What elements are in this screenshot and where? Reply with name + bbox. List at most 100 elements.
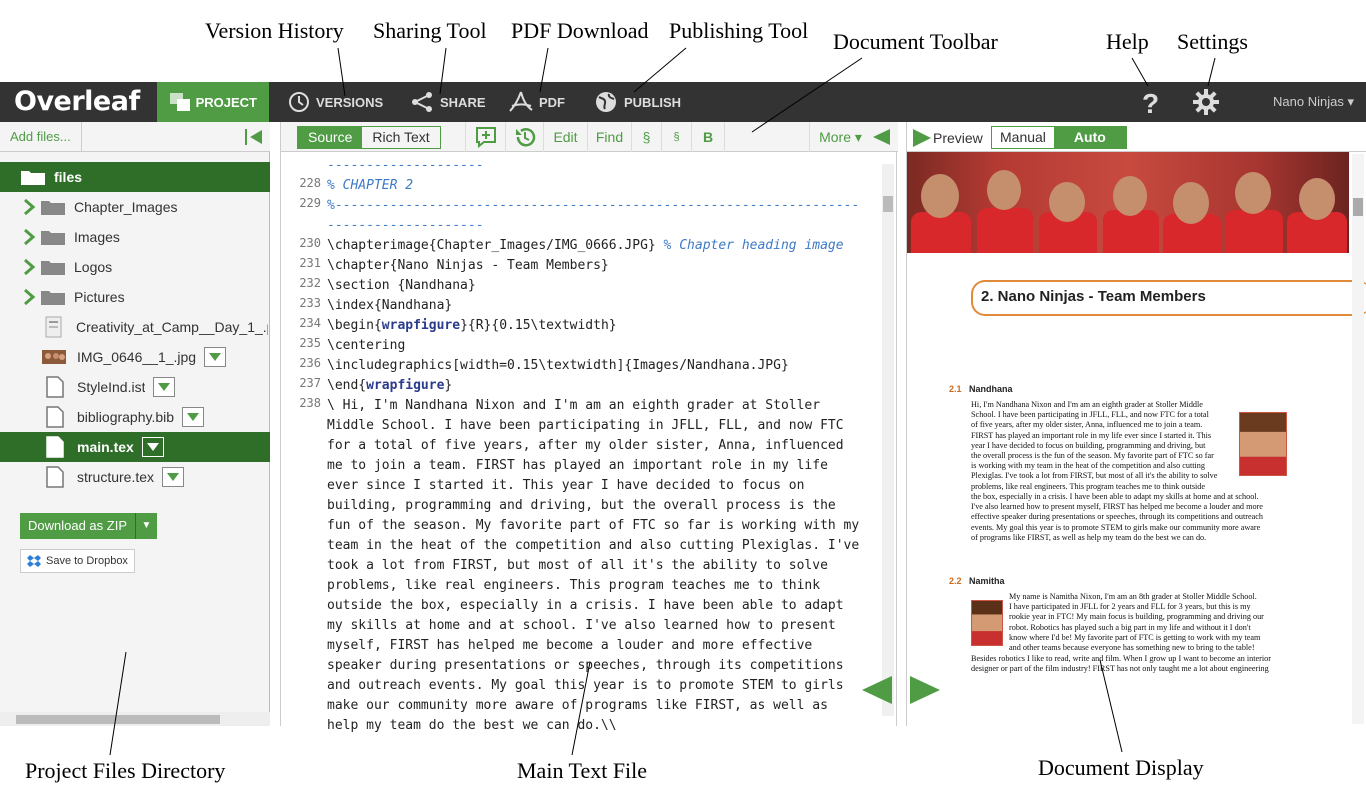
pdf-line: the box, especially in a crisis. I have … xyxy=(971,492,1259,501)
pdf-line: robot. Robotics has played such a big pa… xyxy=(1009,622,1251,632)
collapse-left-icon[interactable] xyxy=(244,128,264,146)
callout-pdf-download: PDF Download xyxy=(511,18,649,43)
code-token: } xyxy=(444,378,453,393)
file-item-bibliography[interactable]: bibliography.bib xyxy=(0,402,270,432)
code-line: speaker during presentations or speeches… xyxy=(327,658,844,673)
rich-text-mode-button[interactable]: Rich Text xyxy=(362,127,439,148)
user-menu[interactable]: Nano Ninjas ▾ xyxy=(1273,94,1354,110)
code-token: % Chapter heading image xyxy=(655,238,844,253)
dropbox-label: Save to Dropbox xyxy=(46,555,128,567)
file-item-image[interactable]: IMG_0646__1_.jpg xyxy=(0,342,270,372)
bold-button[interactable]: B xyxy=(691,122,725,152)
code-token: \end{ xyxy=(327,378,367,393)
download-options-caret[interactable]: ▼ xyxy=(135,513,157,539)
tree-root-folder[interactable]: files xyxy=(0,162,270,192)
folder-logos[interactable]: Logos xyxy=(0,252,270,282)
callout-help: Help xyxy=(1106,29,1149,54)
chapter-heading: 2. Nano Ninjas - Team Members xyxy=(981,288,1206,305)
share-button[interactable]: SHARE xyxy=(398,82,498,122)
code-token: wrapfigure xyxy=(366,378,445,393)
gear-icon[interactable] xyxy=(1192,88,1220,116)
more-label: More xyxy=(819,129,851,145)
collapse-editor-arrow-icon[interactable] xyxy=(861,675,893,705)
folder-icon xyxy=(41,291,65,305)
preview-label: Preview xyxy=(933,130,983,146)
preview-scrollbar[interactable] xyxy=(1352,154,1364,724)
chevron-right-icon[interactable] xyxy=(22,198,36,216)
folder-chapter-images[interactable]: Chapter_Images xyxy=(0,192,270,222)
code-token: \begin{ xyxy=(327,318,382,333)
subsection-button[interactable]: § xyxy=(661,122,691,152)
file-menu-caret[interactable] xyxy=(182,407,205,427)
edit-menu-button[interactable]: Edit xyxy=(543,122,587,152)
file-menu-caret[interactable] xyxy=(141,437,164,457)
file-tree-scrollbar[interactable] xyxy=(0,712,270,726)
file-menu-caret[interactable] xyxy=(162,467,185,487)
code-text[interactable]: -------------------- % CHAPTER 2 %------… xyxy=(327,156,877,736)
pdf-line: My name is Namitha Nixon, I'm am an 8th … xyxy=(1009,592,1257,601)
save-to-dropbox-button[interactable]: Save to Dropbox xyxy=(20,549,135,573)
pdf-line: I've also learned how to present myself,… xyxy=(971,502,1263,512)
chevron-right-icon[interactable] xyxy=(22,288,36,306)
caret-down-icon xyxy=(187,413,200,421)
pdf-line: School. I have been participating in JFL… xyxy=(971,410,1209,420)
pdf-label: PDF xyxy=(539,94,565,110)
code-line: % CHAPTER 2 xyxy=(327,178,414,193)
nandhana-photo xyxy=(1239,412,1287,476)
file-menu-caret[interactable] xyxy=(153,377,176,397)
callout-sharing-tool: Sharing Tool xyxy=(373,18,487,43)
section-number: 2.2 xyxy=(949,576,962,586)
find-button[interactable]: Find xyxy=(587,122,631,152)
auto-compile-button[interactable]: Auto xyxy=(1053,127,1126,148)
more-menu-button[interactable]: More ▾ xyxy=(809,122,871,152)
add-comment-button[interactable] xyxy=(465,122,505,152)
folder-images[interactable]: Images xyxy=(0,222,270,252)
file-label: main.tex xyxy=(77,439,134,455)
project-icon xyxy=(170,93,190,111)
section-body: the box, especially in a crisis. I have … xyxy=(971,492,1351,543)
file-menu-caret[interactable] xyxy=(204,347,227,367)
pdf-line: Hi, I'm Nandhana Nixon and I'm am an eig… xyxy=(971,400,1203,409)
download-zip-button[interactable]: Download as ZIP xyxy=(20,513,135,539)
section-body: Besides robotics I like to read, write a… xyxy=(971,654,1351,674)
globe-icon xyxy=(596,92,616,112)
line-number: 234 xyxy=(299,316,321,330)
file-tree-panel: Add files... files Chapter_Images Images… xyxy=(0,122,270,726)
add-files-button[interactable]: Add files... xyxy=(0,122,82,152)
code-line: \section {Nandhana} xyxy=(327,278,476,293)
code-line: \index{Nandhana} xyxy=(327,298,453,313)
preview-toolbar: Preview Manual Auto xyxy=(907,122,1366,152)
editor-toolbar: Source Rich Text Edit Find § § B More ▾ xyxy=(281,122,898,152)
chevron-right-icon[interactable] xyxy=(22,228,36,246)
pdf-button[interactable]: PDF xyxy=(497,82,577,122)
versions-button[interactable]: VERSIONS xyxy=(276,82,395,122)
section-button[interactable]: § xyxy=(631,122,661,152)
file-item-structure[interactable]: structure.tex xyxy=(0,462,270,492)
collapse-editor-icon[interactable] xyxy=(871,128,891,146)
file-item-main-tex[interactable]: main.tex xyxy=(0,432,270,462)
overleaf-logo[interactable]: Overleaf xyxy=(14,86,140,117)
expand-preview-arrow-icon[interactable] xyxy=(909,675,941,705)
caret-down-icon xyxy=(167,473,180,481)
pdf-line: Plexiglas. I've took a lot from FIRST, b… xyxy=(971,471,1218,481)
project-button[interactable]: PROJECT xyxy=(157,82,269,122)
image-thumbnail-icon xyxy=(42,350,66,364)
scrollbar-thumb[interactable] xyxy=(1353,198,1363,216)
manual-compile-button[interactable]: Manual xyxy=(992,127,1054,148)
help-icon[interactable]: ? xyxy=(1140,88,1162,116)
scrollbar-thumb[interactable] xyxy=(883,196,893,212)
folder-icon xyxy=(41,261,65,275)
scrollbar-thumb[interactable] xyxy=(16,715,220,724)
file-tree-header: Add files... xyxy=(0,122,270,152)
chevron-right-icon[interactable] xyxy=(22,258,36,276)
folder-label: Pictures xyxy=(74,289,125,305)
editor-scrollbar[interactable] xyxy=(882,164,894,716)
folder-pictures[interactable]: Pictures xyxy=(0,282,270,312)
file-item-styleind[interactable]: StyleInd.ist xyxy=(0,372,270,402)
pdf-line: rookie year in FTC! My main focus is bui… xyxy=(1009,612,1264,622)
track-history-button[interactable] xyxy=(505,122,543,152)
publish-button[interactable]: PUBLISH xyxy=(582,82,693,122)
file-item-pdf[interactable]: Creativity_at_Camp__Day_1_.pd xyxy=(0,312,270,342)
pdf-thumbnail-icon xyxy=(45,316,62,338)
source-mode-button[interactable]: Source xyxy=(298,127,363,148)
